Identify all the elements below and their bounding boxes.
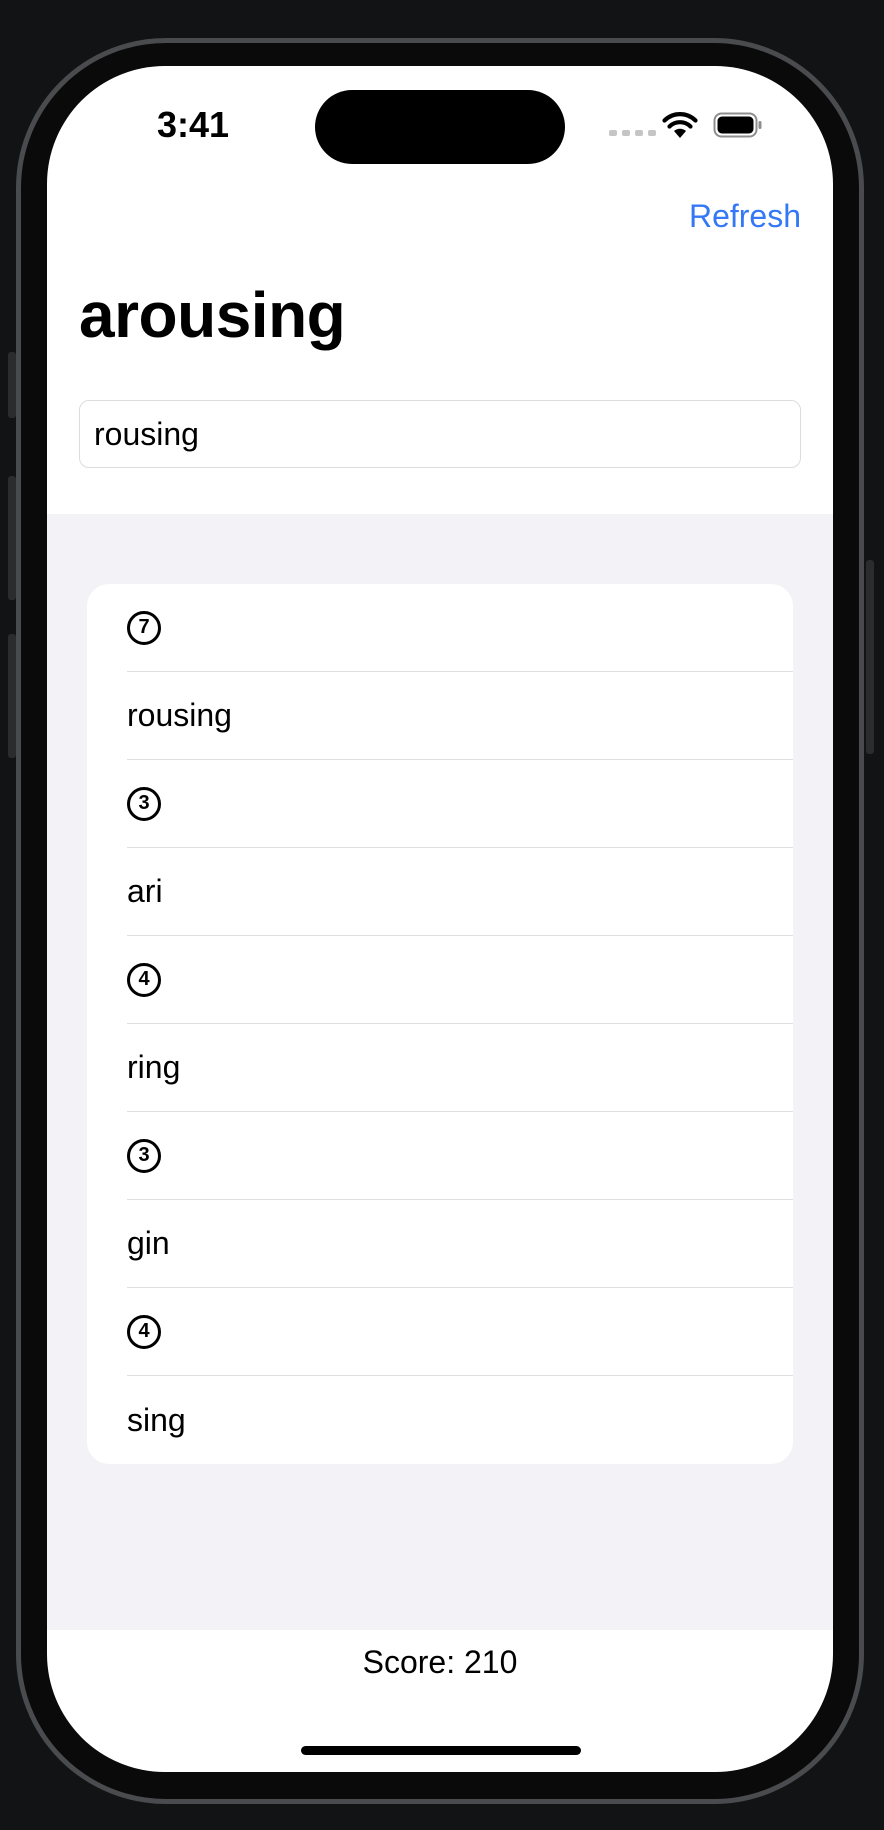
status-time: 3:41 (157, 104, 230, 145)
circled-number-icon: 7 (127, 610, 161, 645)
battery-icon (713, 112, 762, 138)
volume-down-button (8, 634, 16, 758)
volume-up-button (8, 476, 16, 600)
word-list: 7 rousing 3 ari 4 ring 3 gin 4 sing (87, 584, 793, 1464)
circled-number-icon: 4 (127, 962, 161, 997)
list-background: 7 rousing 3 ari 4 ring 3 gin 4 sing (47, 514, 833, 1630)
list-item-badge: 3 (127, 760, 793, 848)
circled-number-icon: 3 (127, 786, 161, 821)
list-item-word: ring (127, 1024, 793, 1112)
wifi-icon (662, 112, 698, 138)
refresh-button[interactable]: Refresh (689, 198, 801, 235)
word-input[interactable]: rousing (79, 400, 801, 468)
action-button (8, 352, 16, 418)
list-item-badge: 7 (127, 584, 793, 672)
power-button (866, 560, 874, 754)
home-indicator[interactable] (301, 1746, 581, 1755)
list-item-word: sing (127, 1401, 186, 1438)
list-item-badge: 4 (127, 1288, 793, 1376)
list-item-word: rousing (127, 672, 793, 760)
score-label: Score: 210 (362, 1644, 518, 1680)
page-title: arousing (79, 279, 346, 351)
list-item-word: gin (127, 1200, 793, 1288)
screen: 3:41 Refresh arousing rousing 7 rousing … (47, 66, 833, 1772)
list-item-word: ari (127, 848, 793, 936)
circled-number-icon: 4 (127, 1314, 161, 1349)
list-item-badge: 3 (127, 1112, 793, 1200)
dynamic-island (315, 90, 565, 164)
circled-number-icon: 3 (127, 1138, 161, 1173)
cellular-signal-icon (609, 130, 656, 136)
list-item-badge: 4 (127, 936, 793, 1024)
